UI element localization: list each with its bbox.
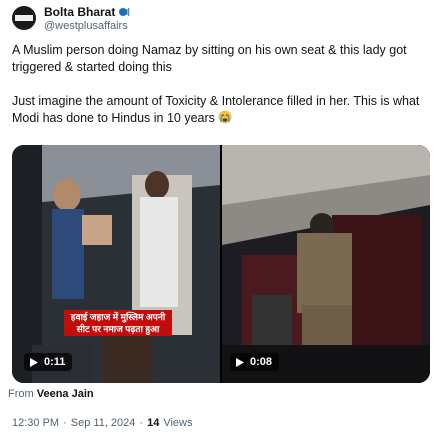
tweet-paragraph-2: Just imagine the amount of Toxicity & In… <box>12 94 420 125</box>
source-name[interactable]: Veena Jain <box>37 388 94 400</box>
avatar[interactable] <box>12 6 36 30</box>
meta-separator: · <box>63 417 67 429</box>
meta-separator: · <box>139 417 144 429</box>
duration-text: 0:08 <box>250 356 273 368</box>
name-row: Bolta Bharat <box>44 4 130 20</box>
play-icon <box>236 357 244 367</box>
tweet-text: A Muslim person doing Namaz by sitting o… <box>12 42 440 127</box>
speaking-head-icon <box>119 8 130 16</box>
video-thumbnail-2[interactable]: 0:08 <box>222 145 430 383</box>
views-count: 14 <box>147 417 160 429</box>
video-2-scene <box>222 145 430 383</box>
tweet-paragraph-2-container: Just imagine the amount of Toxicity & In… <box>12 93 440 127</box>
crying-face-icon <box>218 110 232 124</box>
media-source: From Veena Jain <box>8 388 94 400</box>
duration-badge: 0:08 <box>230 353 280 371</box>
media-grid: हवाई जहाज में मुस्लिम अपनी सीट पर नमाज प… <box>12 145 430 383</box>
play-icon <box>30 357 38 367</box>
duration-badge: 0:11 <box>24 353 73 371</box>
tweet-header: Bolta Bharat @westplusaffairs <box>12 4 436 40</box>
video-1-scene <box>12 145 220 383</box>
video-thumbnail-1[interactable]: हवाई जहाज में मुस्लिम अपनी सीट पर नमाज प… <box>12 145 220 383</box>
handle[interactable]: @westplusaffairs <box>44 20 128 32</box>
tweet-time[interactable]: 12:30 PM <box>12 417 59 429</box>
video-caption: हवाई जहाज में मुस्लिम अपनी सीट पर नमाज प… <box>64 310 172 336</box>
display-name[interactable]: Bolta Bharat <box>44 5 115 19</box>
source-prefix: From <box>8 388 34 400</box>
tweet-date[interactable]: Sep 11, 2024 <box>71 417 136 429</box>
views-label: Views <box>163 417 193 429</box>
tweet-paragraph-1: A Muslim person doing Namaz by sitting o… <box>12 43 407 74</box>
duration-text: 0:11 <box>44 356 66 368</box>
tweet-meta: 12:30 PM · Sep 11, 2024 · 14 Views <box>12 417 192 429</box>
avatar-logo-bar <box>15 15 33 21</box>
